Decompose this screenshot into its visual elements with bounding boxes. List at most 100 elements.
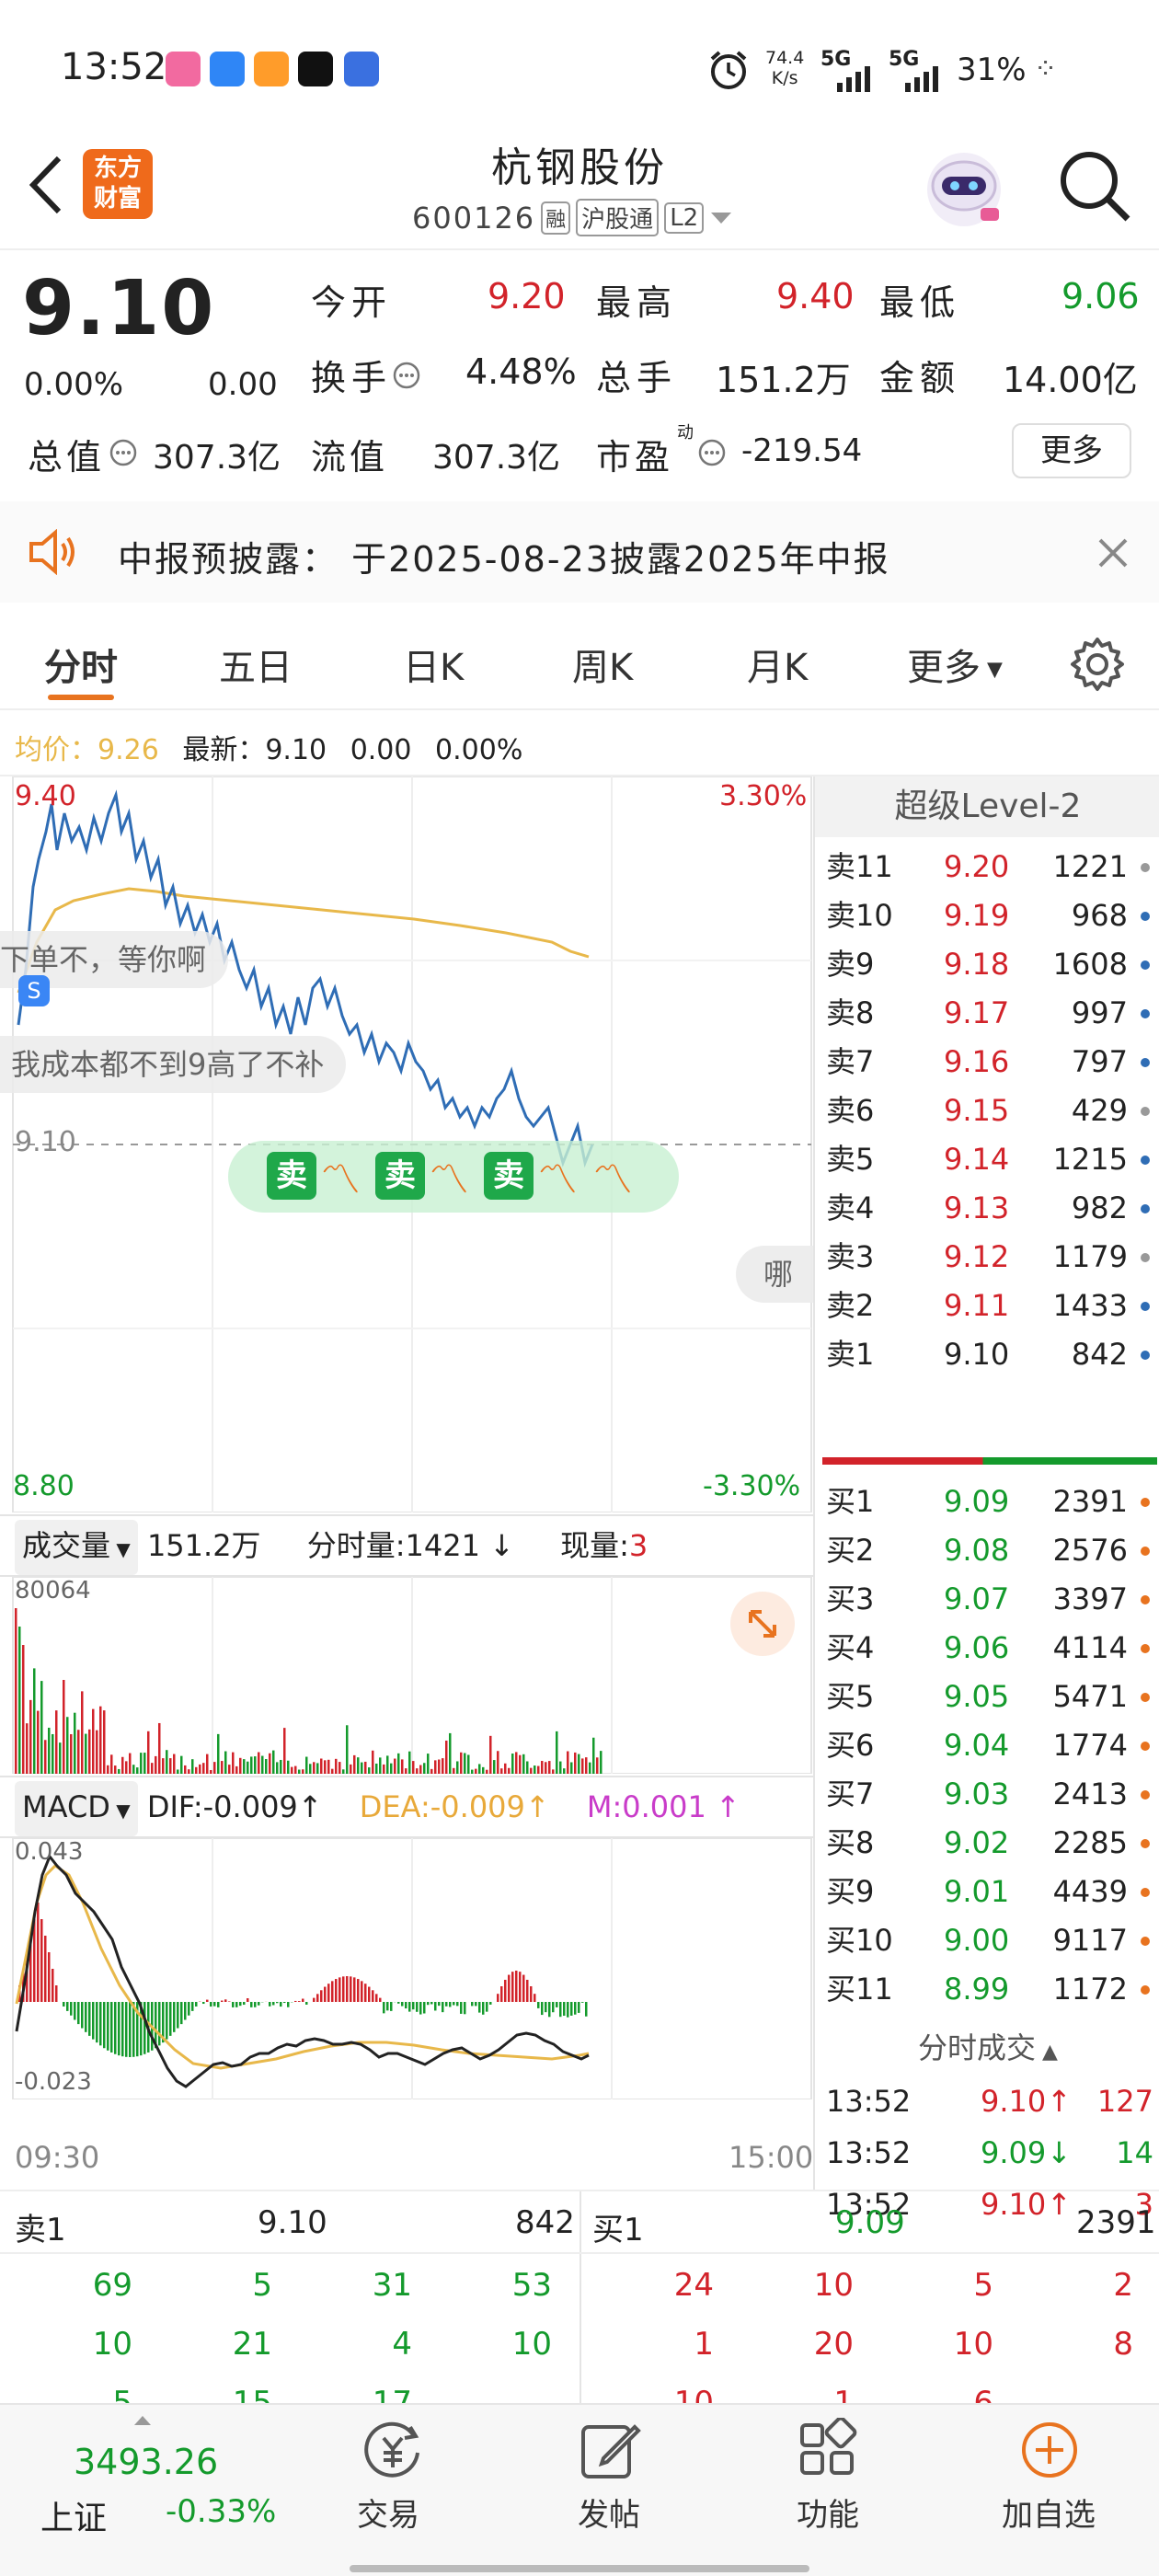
up-arrow-icon: ↑ [524,1789,550,1824]
volume-bar [99,1706,102,1774]
volume-bar [419,1765,422,1774]
volume-bar [59,1742,62,1774]
queue-dot-icon [1141,1595,1150,1604]
eastmoney-logo[interactable]: 东方 财富 [83,149,153,219]
macd-bar [581,2002,584,2003]
volume-bar [151,1763,154,1774]
volume-bar [497,1751,499,1774]
ask-level-label: 卖11 [826,849,893,884]
ask-price: 9.12 [944,1239,1010,1274]
ask-qty: 1433 [1052,1288,1128,1323]
macd-bar [357,1979,360,2002]
minute-volume-value: 1421 [405,1528,480,1563]
robot-assistant-icon[interactable] [920,144,1008,232]
volume-chart[interactable] [0,1577,813,1774]
macd-bar [305,2002,308,2005]
latest-pct: 0.00% [435,734,523,766]
macd-bar [121,2002,124,2057]
info-icon[interactable] [109,438,138,467]
period-tabs: 分时 五日 日K 周K 月K 更多 ▼ [0,603,1159,708]
info-icon[interactable] [697,438,727,467]
index-name[interactable]: 上证 [40,2491,107,2539]
macd-bar [534,1994,536,2002]
macd-chart[interactable] [0,1838,813,2099]
macd-bar [129,2002,132,2057]
volume-bar [445,1740,448,1774]
volume-value: 151.2万 [716,360,851,400]
volume-bar [342,1769,345,1774]
macd-bar [48,1952,51,2002]
buy-queue-cell: 10 [813,2267,854,2304]
danmaku-comment[interactable]: 哪 [736,1246,815,1303]
volume-bar [155,1755,157,1774]
volume-bar [508,1767,511,1774]
gear-icon[interactable] [1069,636,1126,693]
volume-bar [324,1760,327,1774]
index-value[interactable]: 3493.26 [74,2442,218,2482]
volume-bar [530,1767,533,1774]
volume-bar [298,1769,301,1774]
tab-monthly-k[interactable]: 月K [747,638,808,691]
down-arrow-icon: ↓ [479,1528,514,1563]
macd-bar [390,2002,393,2011]
volume-bar [206,1754,209,1774]
volume-bar [287,1760,290,1774]
volume-selector[interactable]: 成交量 ▼ [15,1520,138,1575]
more-button[interactable]: 更多 [1012,423,1131,478]
expand-button[interactable] [730,1592,795,1656]
macd-bar [556,2002,558,2007]
volume-bar [456,1761,459,1774]
volume-bar [335,1758,338,1774]
macd-bar [114,2002,117,2054]
ask-row: 卖11 9.20 1221 [815,843,1159,891]
sell-signal-banner[interactable]: 卖 〽 卖 〽 卖 〽 〽 [228,1141,679,1213]
macd-bar [412,2002,415,2010]
bottom-orderbook[interactable]: 卖1 9.10 842 买1 9.09 2391 69 5 31 53 10 21 4 10 5… [0,2191,1159,2403]
macd-selector[interactable]: MACD ▼ [15,1781,138,1836]
sell-queue-cell: 5 [252,2267,272,2304]
pe-value: -219.54 [741,432,863,469]
volume-bar [390,1763,393,1774]
time-axis-end: 15:00 [729,2140,814,2175]
volume-bar [77,1730,80,1774]
stock-code-row[interactable]: 600126 融 沪股通 L2 [412,199,733,236]
ticks-header[interactable]: 分时成交 ▲ [815,2024,1159,2072]
volume-bar [316,1763,319,1774]
search-icon[interactable] [1054,145,1133,224]
ask-qty: 1608 [1052,947,1128,982]
tab-daily-k[interactable]: 日K [403,638,464,691]
nav-post-label: 发帖 [578,2497,640,2534]
ask-price: 9.11 [944,1288,1010,1323]
tab-weekly-k[interactable]: 周K [572,638,633,691]
tab-five-day[interactable]: 五日 [219,638,293,691]
ask-qty: 968 [1071,898,1128,933]
trade-icon [364,2421,419,2478]
tick-time: 13:52 [826,2084,912,2119]
turnover-label: 换手 [311,358,393,398]
latest-value: 9.10 [265,734,327,766]
ask-row: 卖6 9.15 429 [815,1087,1159,1135]
m-label: M: [586,1789,623,1824]
info-icon[interactable] [392,361,421,390]
tab-intraday[interactable]: 分时 [44,638,118,691]
queue-dot-icon [1141,1204,1150,1213]
down-arrow-icon: ↓ [1047,2135,1072,2170]
macd-bar [88,2002,91,2036]
level2-title[interactable]: 超级Level-2 [815,776,1159,837]
macd-bar [320,1990,323,2002]
notice-banner[interactable]: 中报预披露： 于2025-08-23披露2025年中报 [0,501,1159,603]
macd-bar [515,1971,518,2002]
tab-more[interactable]: 更多 ▼ [907,638,1003,691]
macd-bar [66,2002,69,2011]
level2-panel: 超级Level-2 卖11 9.20 1221 卖10 9.19 968 卖9 9.18 160… [813,776,1159,2222]
close-icon[interactable] [1096,536,1130,569]
macd-bar [202,2002,205,2005]
volume-bar [162,1758,165,1774]
danmaku-comment[interactable]: 我成本都不到9高了不补 [0,1036,347,1093]
macd-bar [302,1998,304,2002]
volume-bar [243,1759,246,1774]
bottom-nav: 3493.26 上证 -0.33% 交易 发帖 功能 加自选 [0,2403,1159,2576]
stock-header: 东方 财富 杭钢股份 600126 融 沪股通 L2 [0,129,1159,248]
back-icon[interactable] [22,153,68,217]
grid-icon [800,2418,857,2475]
